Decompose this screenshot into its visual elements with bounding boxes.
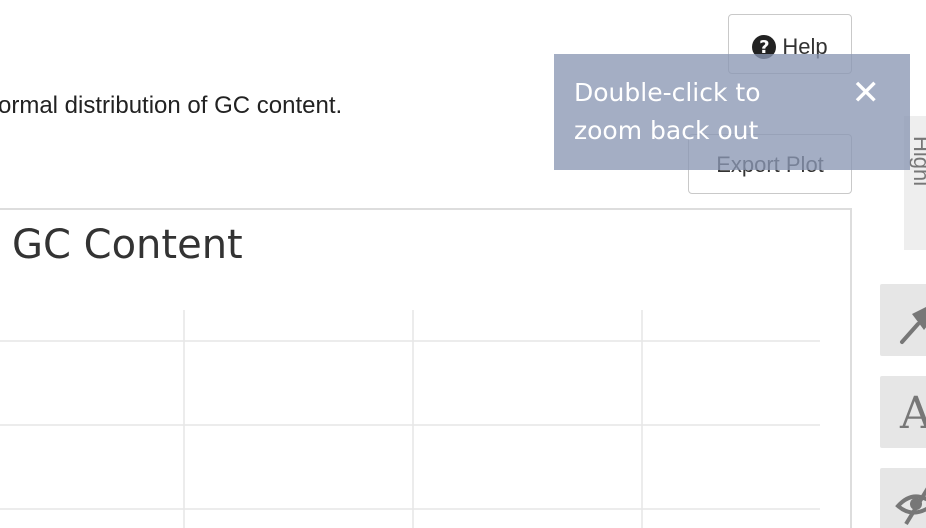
pin-tool-button[interactable] <box>880 284 926 356</box>
hide-samples-tool-button[interactable] <box>880 468 926 528</box>
font-icon: A <box>900 388 926 439</box>
close-icon[interactable]: ✕ <box>852 76 881 110</box>
plot-title: GC Content <box>12 222 243 268</box>
pin-icon <box>900 307 926 344</box>
plot-area[interactable] <box>0 300 820 528</box>
page: ormal distribution of GC content. ? Help… <box>0 0 926 528</box>
zoom-tooltip-text: Double-click to zoom back out <box>574 78 761 145</box>
hide-eye-icon <box>895 487 926 526</box>
zoom-tooltip: Double-click to zoom back out ✕ <box>554 54 910 170</box>
font-tool-button[interactable]: A <box>880 376 926 448</box>
highlight-panel-label: Highl <box>909 136 926 187</box>
plot-description: ormal distribution of GC content. <box>0 92 343 119</box>
